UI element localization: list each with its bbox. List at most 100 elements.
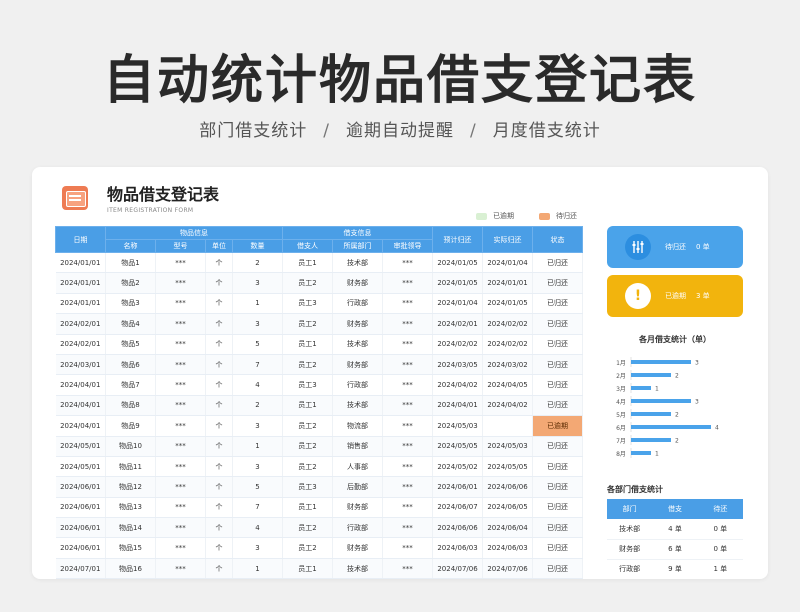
cell-borrower: 员工2 [282,517,333,539]
cell-status: 已逾期 [532,415,584,437]
cell-approver: *** [382,272,434,294]
overdue-label: 已逾期 [665,292,686,300]
cell-name: 物品11 [105,456,156,478]
cell-due: 2024/01/04 [432,293,484,315]
table-row[interactable]: 2024/05/01 物品11 *** 个 3 员工2 人事部 *** 2024/05/02 20… [55,456,584,478]
cell-name: 物品13 [105,497,156,519]
cell-unit: 个 [205,374,233,396]
cell-returned: 2024/02/02 [482,313,534,335]
cell-due: 2024/05/05 [432,436,484,457]
cell-model: *** [155,415,206,437]
cell-name: 物品5 [105,334,156,355]
cell-qty: 5 [232,476,283,498]
overdue-summary-card[interactable]: ! 已逾期 3 单 [607,275,743,317]
table-row[interactable]: 2024/04/01 物品7 *** 个 4 员工3 行政部 *** 2024/04/02 202… [55,374,584,396]
cell-returned: 2024/03/02 [482,354,534,376]
pending-summary-card[interactable]: 待归还 0 单 [607,226,743,268]
cell-name: 物品14 [105,517,156,539]
table-row[interactable]: 2024/02/01 物品5 *** 个 5 员工1 技术部 *** 2024/02/02 202… [55,334,584,355]
month-bar [631,412,671,416]
cell-name: 物品3 [105,293,156,315]
month-value: 4 [715,425,719,432]
month-value: 1 [655,386,659,393]
cell-approver: *** [382,558,434,579]
cell-due: 2024/04/01 [432,395,484,417]
cell-dept: 财务部 [332,313,383,335]
cell-due: 2024/06/01 [432,476,484,498]
month-value: 2 [675,438,679,445]
subtitle-separator: / [470,121,477,141]
table-row[interactable]: 2024/01/01 物品1 *** 个 2 员工1 技术部 *** 2024/01/05 202… [55,252,584,274]
cell-approver: *** [382,497,434,519]
month-bar [631,360,691,364]
cell-returned: 2024/06/05 [482,497,534,519]
cell-unit: 个 [205,415,233,437]
cell-name: 物品16 [105,558,156,579]
header-date: 日期 [55,226,106,253]
table-row[interactable]: 2024/02/01 物品4 *** 个 3 员工2 财务部 *** 2024/02/01 202… [55,313,584,335]
cell-due: 2024/01/05 [432,252,484,274]
table-row[interactable]: 2024/06/01 物品15 *** 个 3 员工2 财务部 *** 2024/06/03 20… [55,537,584,559]
dept-cell-borrow: 9 单 [652,559,698,579]
cell-status: 已归还 [532,252,584,274]
cell-unit: 个 [205,456,233,478]
cell-returned: 2024/05/03 [482,436,534,457]
cell-model: *** [155,497,206,519]
hero-subtitle: 部门借支统计 / 逾期自动提醒 / 月度借支统计 [0,116,800,141]
subtitle-monthly-stats: 月度借支统计 [492,121,601,141]
cell-status: 已归还 [532,374,584,396]
table-row[interactable]: 2024/04/01 物品9 *** 个 3 员工2 物流部 *** 2024/05/03 已逾期 [55,415,584,437]
dept-cell-dept: 行政部 [607,559,653,579]
table-row[interactable]: 2024/05/01 物品10 *** 个 1 员工2 销售部 *** 2024/05/05 20… [55,436,584,457]
dept-cell-borrow: 6 单 [652,539,698,560]
legend-item-pending: 待归还 [539,211,577,221]
cell-due: 2024/05/03 [432,415,484,437]
month-label: 8月 [616,451,626,458]
alert-icon: ! [625,283,651,309]
cell-date: 2024/04/01 [55,374,106,396]
cell-dept: 行政部 [332,374,383,396]
month-bar [631,451,651,455]
month-value: 1 [655,451,659,458]
cell-date: 2024/07/01 [55,558,106,579]
cell-approver: *** [382,537,434,559]
table-row[interactable]: 2024/01/01 物品2 *** 个 3 员工2 财务部 *** 2024/01/05 202… [55,272,584,294]
table-row[interactable]: 2024/07/01 物品16 *** 个 1 员工1 技术部 *** 2024/07/06 20… [55,558,584,579]
month-label: 7月 [616,438,626,445]
month-value: 2 [675,373,679,380]
cell-returned: 2024/02/02 [482,334,534,355]
cell-borrower: 员工1 [282,558,333,579]
cell-unit: 个 [205,395,233,417]
cell-due: 2024/03/05 [432,354,484,376]
dept-header-dept: 部门 [607,499,653,519]
cell-date: 2024/05/01 [55,436,106,457]
cell-returned [482,415,534,437]
cell-due: 2024/02/02 [432,334,484,355]
form-logo-icon [62,186,88,210]
cell-model: *** [155,456,206,478]
cell-due: 2024/06/06 [432,517,484,539]
cell-dept: 物流部 [332,415,383,437]
dept-stats-table: 部门 借支 待还 技术部 4 单0 单财务部 6 单0 单行政部 9 单1 单 [607,499,743,579]
cell-borrower: 员工2 [282,456,333,478]
registration-card: 物品借支登记表 ITEM REGISTRATION FORM 已逾期 待归还 日… [32,167,768,579]
month-label: 2月 [616,373,626,380]
cell-model: *** [155,517,206,539]
cell-returned: 2024/01/05 [482,293,534,315]
table-row[interactable]: 2024/03/01 物品6 *** 个 7 员工2 财务部 *** 2024/03/05 202… [55,354,584,376]
pending-count: 0 单 [696,243,710,251]
month-bar [631,386,651,390]
legend-label-overdue: 已逾期 [493,212,514,220]
table-row[interactable]: 2024/01/01 物品3 *** 个 1 员工3 行政部 *** 2024/01/04 202… [55,293,584,315]
cell-name: 物品6 [105,354,156,376]
table-row[interactable]: 2024/06/01 物品14 *** 个 4 员工2 行政部 *** 2024/06/06 20… [55,517,584,539]
table-row[interactable]: 2024/06/01 物品12 *** 个 5 员工3 后勤部 *** 2024/06/01 20… [55,476,584,498]
cell-approver: *** [382,354,434,376]
header-approver: 审批领导 [381,239,434,253]
cell-qty: 5 [232,334,283,355]
cell-unit: 个 [205,558,233,579]
table-row[interactable]: 2024/06/01 物品13 *** 个 7 员工1 财务部 *** 2024/06/07 20… [55,497,584,519]
cell-name: 物品10 [105,436,156,457]
cell-unit: 个 [205,537,233,559]
table-row[interactable]: 2024/04/01 物品8 *** 个 2 员工1 技术部 *** 2024/04/01 202… [55,395,584,417]
